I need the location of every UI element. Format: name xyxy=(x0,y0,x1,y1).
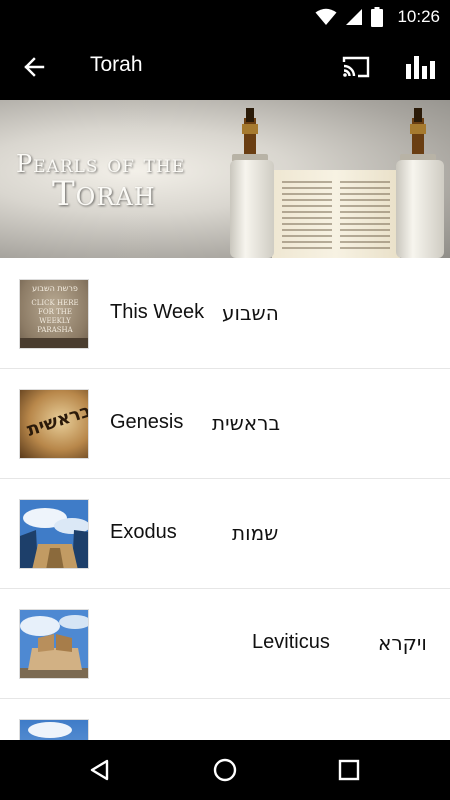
nav-home-button[interactable] xyxy=(200,750,250,790)
list-item-hebrew-label: השבוע xyxy=(222,301,279,325)
banner-title-line2: Torah xyxy=(52,174,156,214)
exodus-illustration xyxy=(20,500,88,568)
thumb-line-1: CLICK HERE xyxy=(31,299,79,307)
status-bar: 10:26 xyxy=(0,0,450,33)
bar-chart-icon xyxy=(406,56,435,79)
list-item-english-label: Leviticus xyxy=(252,631,330,653)
list-item-genesis[interactable]: בראשית Genesis בראשית xyxy=(0,369,450,479)
partial-illustration xyxy=(28,722,72,738)
list-item-english-label: This Week xyxy=(110,301,205,323)
genesis-thumb-text: בראשית xyxy=(24,400,89,441)
thumb-hebrew-heading: פרשת השבוע xyxy=(32,284,78,293)
thumb-line-3: WEEKLY xyxy=(39,317,71,325)
battery-icon xyxy=(371,7,384,27)
list-item-this-week[interactable]: פרשת השבוע CLICK HERE FOR THE WEEKLY PAR… xyxy=(0,259,450,369)
status-icons: 10:26 xyxy=(315,6,440,28)
leviticus-thumbnail xyxy=(19,609,89,679)
torah-scroll-illustration xyxy=(230,108,444,258)
banner-image: Pearls of the Torah xyxy=(0,100,450,258)
signal-icon xyxy=(346,9,363,25)
list-item-partial[interactable] xyxy=(0,699,450,740)
list-item-hebrew-label: שמות xyxy=(232,521,279,545)
parasha-list: פרשת השבוע CLICK HERE FOR THE WEEKLY PAR… xyxy=(0,259,450,740)
home-circle-icon xyxy=(213,758,237,782)
back-button[interactable] xyxy=(14,47,54,87)
nav-back-button[interactable] xyxy=(75,750,125,790)
nav-recents-button[interactable] xyxy=(324,750,374,790)
list-item-english-label: Genesis xyxy=(110,411,184,433)
arrow-left-icon xyxy=(24,57,45,77)
wifi-icon xyxy=(315,8,337,25)
cast-icon xyxy=(342,56,370,78)
thumb-line-2: FOR THE xyxy=(38,308,72,316)
exodus-thumbnail xyxy=(19,499,89,569)
list-item-hebrew-label: ויקרא xyxy=(378,631,427,655)
thumb-line-4: PARASHA xyxy=(37,326,73,334)
recents-square-icon xyxy=(338,759,360,781)
this-week-thumbnail: פרשת השבוע CLICK HERE FOR THE WEEKLY PAR… xyxy=(19,279,89,349)
list-item-hebrew-label: בראשית xyxy=(212,411,281,435)
thumb-footer-band xyxy=(20,338,88,348)
partial-thumbnail xyxy=(19,719,89,740)
page-title: Torah xyxy=(90,53,143,76)
list-item-leviticus[interactable]: Leviticus ויקרא xyxy=(0,589,450,699)
app-bar: Torah xyxy=(0,33,450,100)
list-item-exodus[interactable]: Exodus שמות xyxy=(0,479,450,589)
genesis-thumbnail: בראשית xyxy=(19,389,89,459)
leviticus-illustration xyxy=(20,610,88,678)
system-nav-bar xyxy=(0,740,450,800)
stats-button[interactable] xyxy=(400,47,440,87)
cast-button[interactable] xyxy=(336,47,376,87)
status-time: 10:26 xyxy=(397,7,440,26)
back-triangle-icon xyxy=(90,759,109,781)
list-item-english-label: Exodus xyxy=(110,521,177,543)
